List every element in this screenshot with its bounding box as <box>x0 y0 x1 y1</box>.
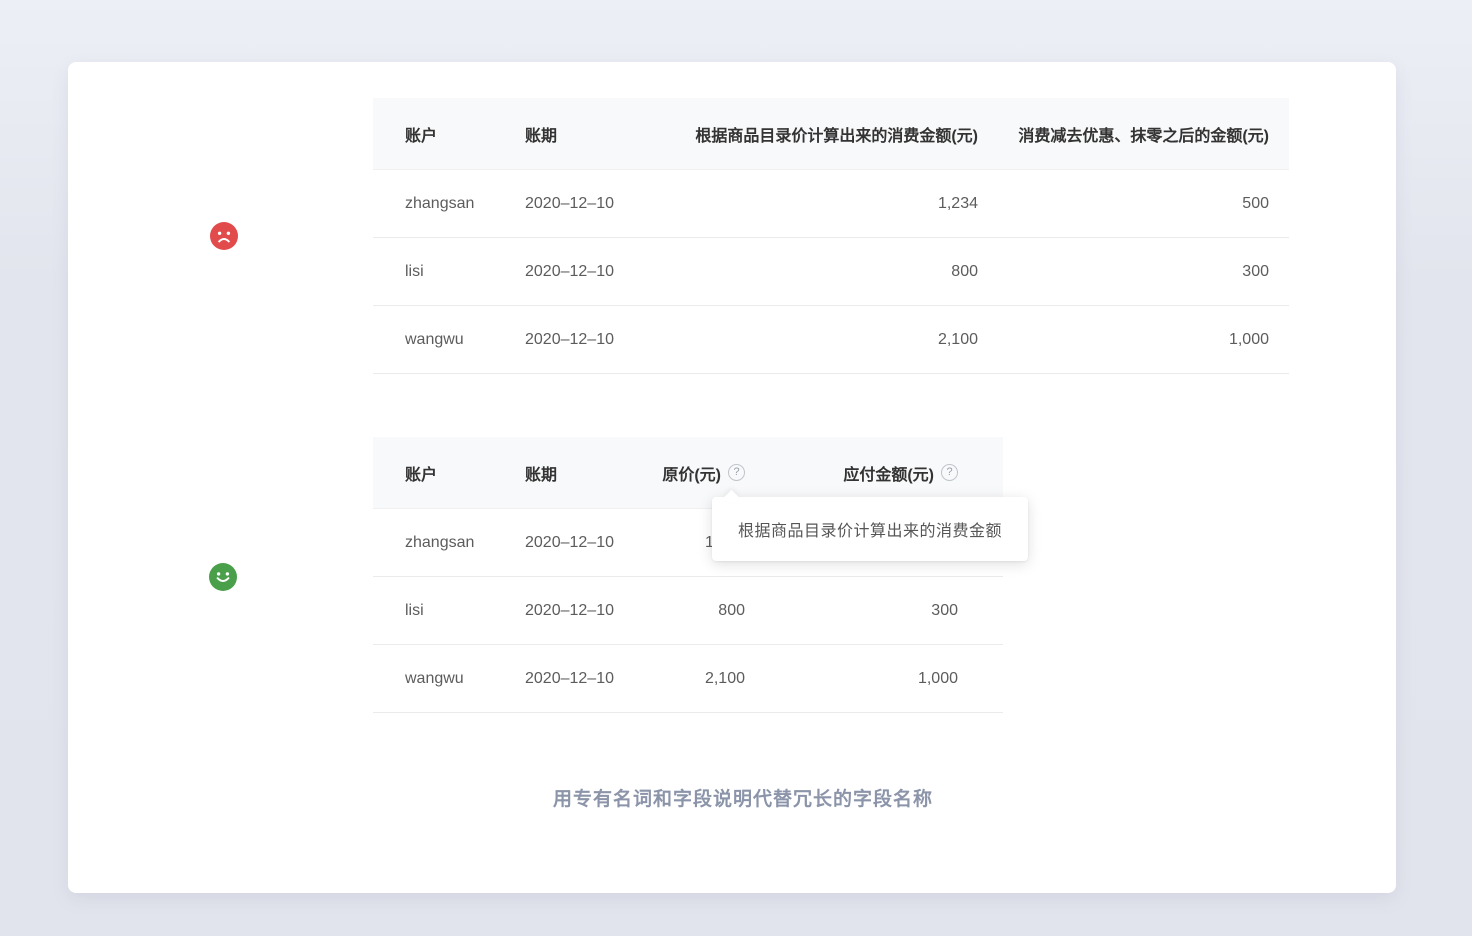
col-header-period: 账期 <box>525 122 655 146</box>
cell-period: 2020–12–10 <box>525 670 655 688</box>
caption: 用专有名词和字段说明代替冗长的字段名称 <box>373 784 1113 811</box>
tooltip-text: 根据商品目录价计算出来的消费金额 <box>738 517 1002 541</box>
page-background: { "colors": { "page_background": "#e3e5e… <box>0 0 1472 936</box>
cell-account: zhangsan <box>373 195 525 213</box>
col-header-payable-amount: 应付金额(元) ? <box>745 461 1003 485</box>
col-header-period: 账期 <box>525 461 655 485</box>
cell-account: zhangsan <box>373 534 525 552</box>
cell-catalog-amount: 800 <box>655 263 980 281</box>
table-row: wangwu 2020–12–10 2,100 1,000 <box>373 645 1003 713</box>
table-row: zhangsan 2020–12–10 1,234 500 <box>373 170 1289 238</box>
cell-final-amount: 500 <box>980 195 1289 213</box>
table-row: lisi 2020–12–10 800 300 <box>373 577 1003 645</box>
help-icon[interactable]: ? <box>728 464 745 481</box>
cell-period: 2020–12–10 <box>525 331 655 349</box>
sad-face-icon <box>210 222 238 250</box>
cell-period: 2020–12–10 <box>525 534 655 552</box>
cell-final-amount: 1,000 <box>980 331 1289 349</box>
cell-final-amount: 300 <box>980 263 1289 281</box>
cell-original-price: 800 <box>655 602 745 620</box>
cell-payable-amount: 300 <box>745 602 1003 620</box>
table-row: lisi 2020–12–10 800 300 <box>373 238 1289 306</box>
good-example-table: 账户 账期 原价(元) ? 应付金额(元) ? zhangsan 2020–12… <box>373 437 1003 713</box>
cell-period: 2020–12–10 <box>525 263 655 281</box>
col-header-final-amount: 消费减去优惠、抹零之后的金额(元) <box>980 122 1289 146</box>
col-header-catalog-amount: 根据商品目录价计算出来的消费金额(元) <box>655 122 980 146</box>
col-header-label: 应付金额(元) <box>843 461 934 485</box>
cell-account: lisi <box>373 263 525 281</box>
cell-original-price: 2,100 <box>655 670 745 688</box>
cell-account: wangwu <box>373 670 525 688</box>
example-card: 账户 账期 根据商品目录价计算出来的消费金额(元) 消费减去优惠、抹零之后的金额… <box>68 62 1396 893</box>
col-header-account: 账户 <box>373 122 525 146</box>
cell-account: lisi <box>373 602 525 620</box>
col-header-label: 原价(元) <box>662 461 721 485</box>
cell-catalog-amount: 1,234 <box>655 195 980 213</box>
cell-period: 2020–12–10 <box>525 195 655 213</box>
cell-account: wangwu <box>373 331 525 349</box>
tooltip: 根据商品目录价计算出来的消费金额 <box>712 497 1028 561</box>
cell-catalog-amount: 2,100 <box>655 331 980 349</box>
smile-face-icon <box>209 563 237 591</box>
help-icon[interactable]: ? <box>941 464 958 481</box>
cell-payable-amount: 1,000 <box>745 670 1003 688</box>
col-header-original-price: 原价(元) ? <box>655 461 745 485</box>
col-header-account: 账户 <box>373 461 525 485</box>
cell-period: 2020–12–10 <box>525 602 655 620</box>
table-row: wangwu 2020–12–10 2,100 1,000 <box>373 306 1289 374</box>
bad-example-table: 账户 账期 根据商品目录价计算出来的消费金额(元) 消费减去优惠、抹零之后的金额… <box>373 98 1289 374</box>
bad-table-header-row: 账户 账期 根据商品目录价计算出来的消费金额(元) 消费减去优惠、抹零之后的金额… <box>373 98 1289 170</box>
